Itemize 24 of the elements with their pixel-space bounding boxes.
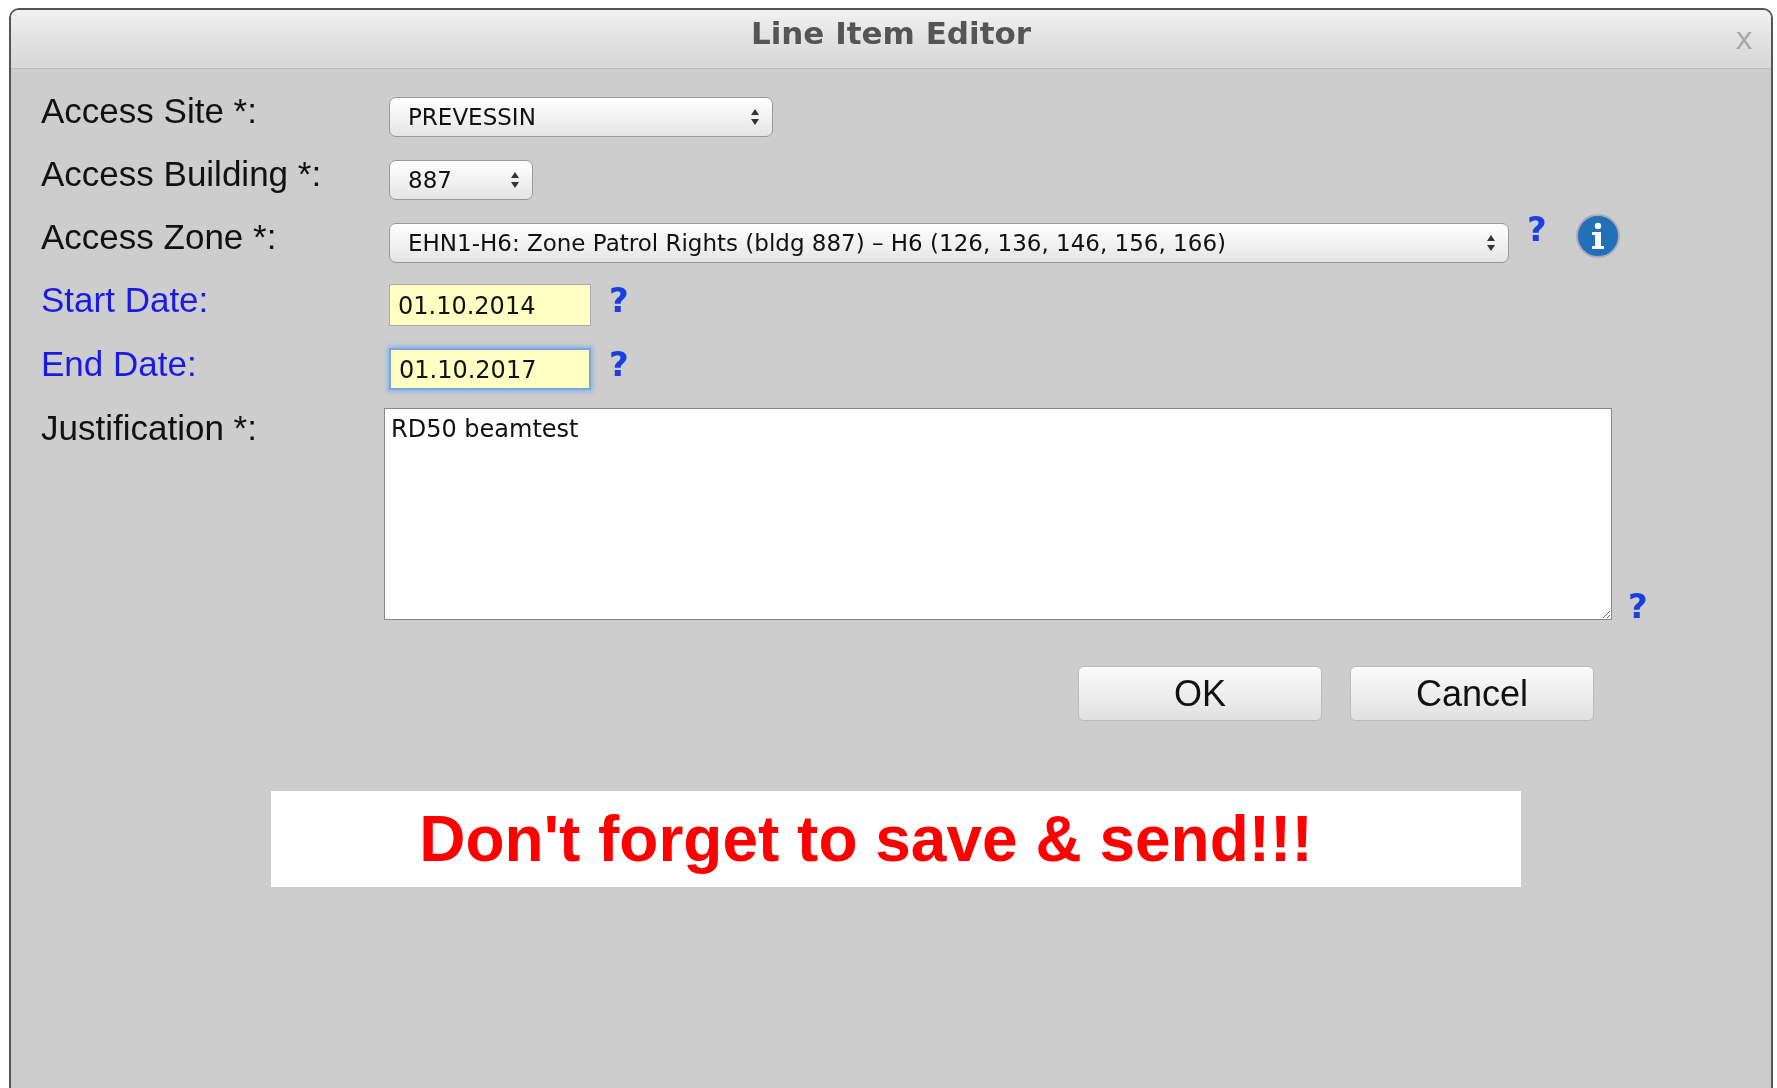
field-label: Access Building *: [41, 154, 323, 194]
ok-button[interactable]: OK [1078, 666, 1322, 721]
date-field[interactable]: 01.10.2017 [389, 348, 591, 390]
reminder-text: Don't forget to save & send!!! [419, 802, 1313, 876]
date-field[interactable]: 01.10.2014 [389, 284, 591, 326]
help-icon[interactable]: ? [609, 344, 629, 384]
updown-arrows-icon [510, 171, 520, 189]
updown-arrows-icon [1486, 234, 1496, 252]
field-label: Start Date: [41, 280, 210, 320]
field-label: Access Zone *: [41, 217, 278, 257]
help-icon[interactable]: ? [1628, 586, 1648, 626]
updown-arrows-icon [750, 108, 760, 126]
justification-field[interactable]: RD50 beamtest [384, 408, 1612, 620]
field-label: Justification *: [41, 408, 258, 448]
field-label: End Date: [41, 344, 198, 384]
cancel-button[interactable]: Cancel [1350, 666, 1594, 721]
dropdown[interactable]: EHN1-H6: Zone Patrol Rights (bldg 887) – H6 (126, 136, 146, 156, 166) [389, 223, 1509, 263]
help-icon[interactable]: ? [1527, 209, 1547, 249]
dropdown[interactable]: PREVESSIN [389, 97, 773, 137]
field-label: Access Site *: [41, 91, 258, 131]
info-icon[interactable] [1574, 213, 1621, 259]
window-title: Line Item Editor [750, 15, 1032, 51]
dropdown[interactable]: 887 [389, 160, 533, 200]
help-icon[interactable]: ? [609, 280, 629, 320]
